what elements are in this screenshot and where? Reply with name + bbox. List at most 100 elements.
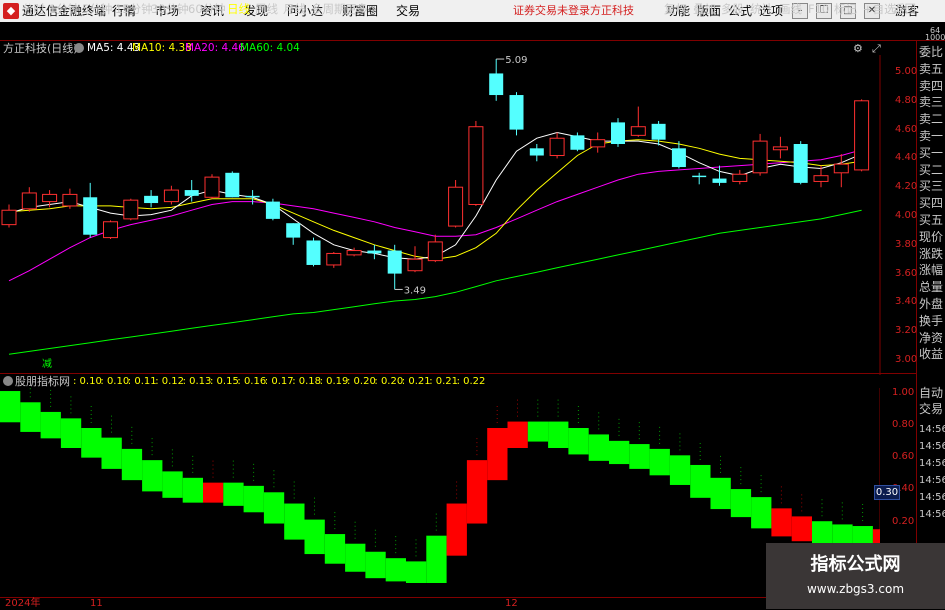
candle-body [489, 73, 504, 96]
indicator-bar [81, 428, 102, 458]
period-30min[interactable]: 30分钟 [151, 2, 189, 16]
time-label: 14:56 [919, 509, 945, 520]
tool-diejia[interactable]: 叠加 [693, 2, 716, 16]
candlestick-chart[interactable]: 5.09 3.49 减 [0, 55, 916, 375]
candle-body [306, 240, 321, 265]
period-weekly[interactable]: 周线 [255, 2, 278, 16]
indicator-bar [0, 391, 21, 423]
date-label-year: 2024年 [5, 598, 41, 609]
quote-field-16[interactable]: 换手 [919, 314, 943, 329]
quote-field-12[interactable]: 涨跌 [919, 247, 943, 262]
tool-duogu[interactable]: 多股 [721, 2, 744, 16]
candle [529, 144, 544, 162]
price-axis-label: 5.00 [895, 66, 918, 77]
stock-label: 方正科技(日线) [3, 42, 78, 55]
candle-body [1, 209, 17, 226]
watermark-url: www.zbgs3.com [806, 582, 905, 596]
settings-gear-icon[interactable]: ⚙ [853, 42, 863, 55]
quote-field-17[interactable]: 净资 [919, 331, 943, 346]
indicator-value: : 0.20 [374, 376, 404, 387]
period-multi[interactable]: 多周期 [311, 2, 346, 16]
period-monthly[interactable]: 月线 [283, 2, 306, 16]
watermark-box [766, 543, 945, 609]
candle [793, 141, 808, 185]
candle [163, 185, 179, 205]
indicator-bar [426, 535, 447, 583]
candle-body [752, 140, 768, 174]
indicator-chart[interactable] [0, 388, 880, 593]
tool-huaxian[interactable]: 画线 [779, 2, 802, 16]
indicator-value: : 0.15 [210, 376, 239, 387]
menu-jiaoyi[interactable]: 交易 [396, 3, 420, 19]
candle [62, 188, 78, 209]
quote-field-14[interactable]: 总量 [919, 280, 943, 295]
quote-field-1[interactable]: 卖五 [919, 62, 943, 77]
price-axis-label: 4.00 [895, 210, 918, 221]
candle-body [529, 148, 544, 156]
indicator-bar [121, 448, 143, 481]
panel-separator [0, 373, 916, 374]
indicator-value: : 0.16 [237, 376, 267, 387]
indicator-menu-icon[interactable] [3, 376, 13, 386]
quote-field-2[interactable]: 卖四 [919, 79, 943, 94]
tool-back[interactable]: 返回 [893, 2, 916, 16]
quote-field-3[interactable]: 卖三 [919, 95, 943, 110]
tool-add-watchlist[interactable]: +自选 [863, 2, 896, 16]
app-logo-icon: ◆ [3, 3, 19, 19]
auto-trade-label[interactable]: 自动 [919, 386, 943, 401]
period-1min[interactable]: 1分钟 [49, 2, 79, 16]
tool-tongji[interactable]: 统计 [750, 2, 773, 16]
quote-field-6[interactable]: 买一 [919, 146, 943, 161]
candle [1, 204, 17, 228]
time-label: 14:56 [919, 424, 945, 435]
period-15min[interactable]: 15分钟 [115, 2, 153, 16]
candle [184, 180, 199, 202]
indicator-value: : 0.21 [401, 376, 431, 387]
quote-field-7[interactable]: 买二 [919, 163, 943, 178]
price-axis-label: 3.00 [895, 354, 918, 365]
quote-field-15[interactable]: 外盘 [919, 297, 943, 312]
period-5min[interactable]: 5分钟 [82, 2, 112, 16]
indicator-bar [629, 444, 650, 469]
candle-body [163, 189, 179, 203]
price-axis-label: 4.60 [895, 123, 918, 135]
login-status[interactable]: 证券交易未登录 [513, 4, 590, 18]
expand-icon[interactable]: ⤢ [872, 42, 881, 56]
tool-biaoji[interactable]: 标记 [834, 2, 857, 16]
candle-body [732, 173, 748, 182]
candle-body [651, 123, 666, 140]
quote-field-0[interactable]: 委比 [919, 45, 943, 60]
tool-f10[interactable]: F10 [808, 2, 829, 16]
quote-field-4[interactable]: 卖二 [919, 112, 943, 127]
candle-body [468, 126, 484, 205]
indicator-value: : 0.10 [73, 376, 102, 387]
period-60min[interactable]: 60分钟 [188, 2, 226, 16]
high-price-label: 5.09 [505, 55, 527, 66]
candle [630, 106, 646, 137]
dropdown-toggle-icon[interactable] [74, 43, 84, 53]
candle [123, 198, 139, 221]
candle-body [692, 175, 707, 178]
period-daily[interactable]: 日线 [227, 2, 250, 16]
quote-field-18[interactable]: 收益 [919, 347, 943, 362]
trade-label[interactable]: 交易 [919, 402, 943, 417]
period-more[interactable]: 更多 › [345, 2, 376, 16]
quote-field-5[interactable]: 卖一 [919, 129, 943, 144]
indicator-bar [223, 482, 244, 506]
quote-field-13[interactable]: 涨幅 [919, 263, 943, 278]
candle [813, 165, 829, 188]
quote-field-11[interactable]: 现价 [919, 230, 943, 245]
candle [489, 59, 504, 101]
tool-fuquan[interactable]: 复权 [664, 2, 687, 16]
indicator-bar [345, 543, 366, 572]
candle-body [407, 258, 423, 272]
quote-field-8[interactable]: 买三 [919, 179, 943, 194]
quote-field-10[interactable]: 买五 [919, 213, 943, 228]
period-fenshi[interactable]: 分时 [22, 2, 45, 16]
indicator-value: : 0.12 [155, 376, 185, 387]
quote-field-9[interactable]: 买四 [919, 196, 943, 211]
indicator-value: : 0.22 [456, 376, 486, 387]
indicator-bar [730, 489, 752, 518]
candle [712, 165, 727, 186]
candle [611, 118, 625, 147]
